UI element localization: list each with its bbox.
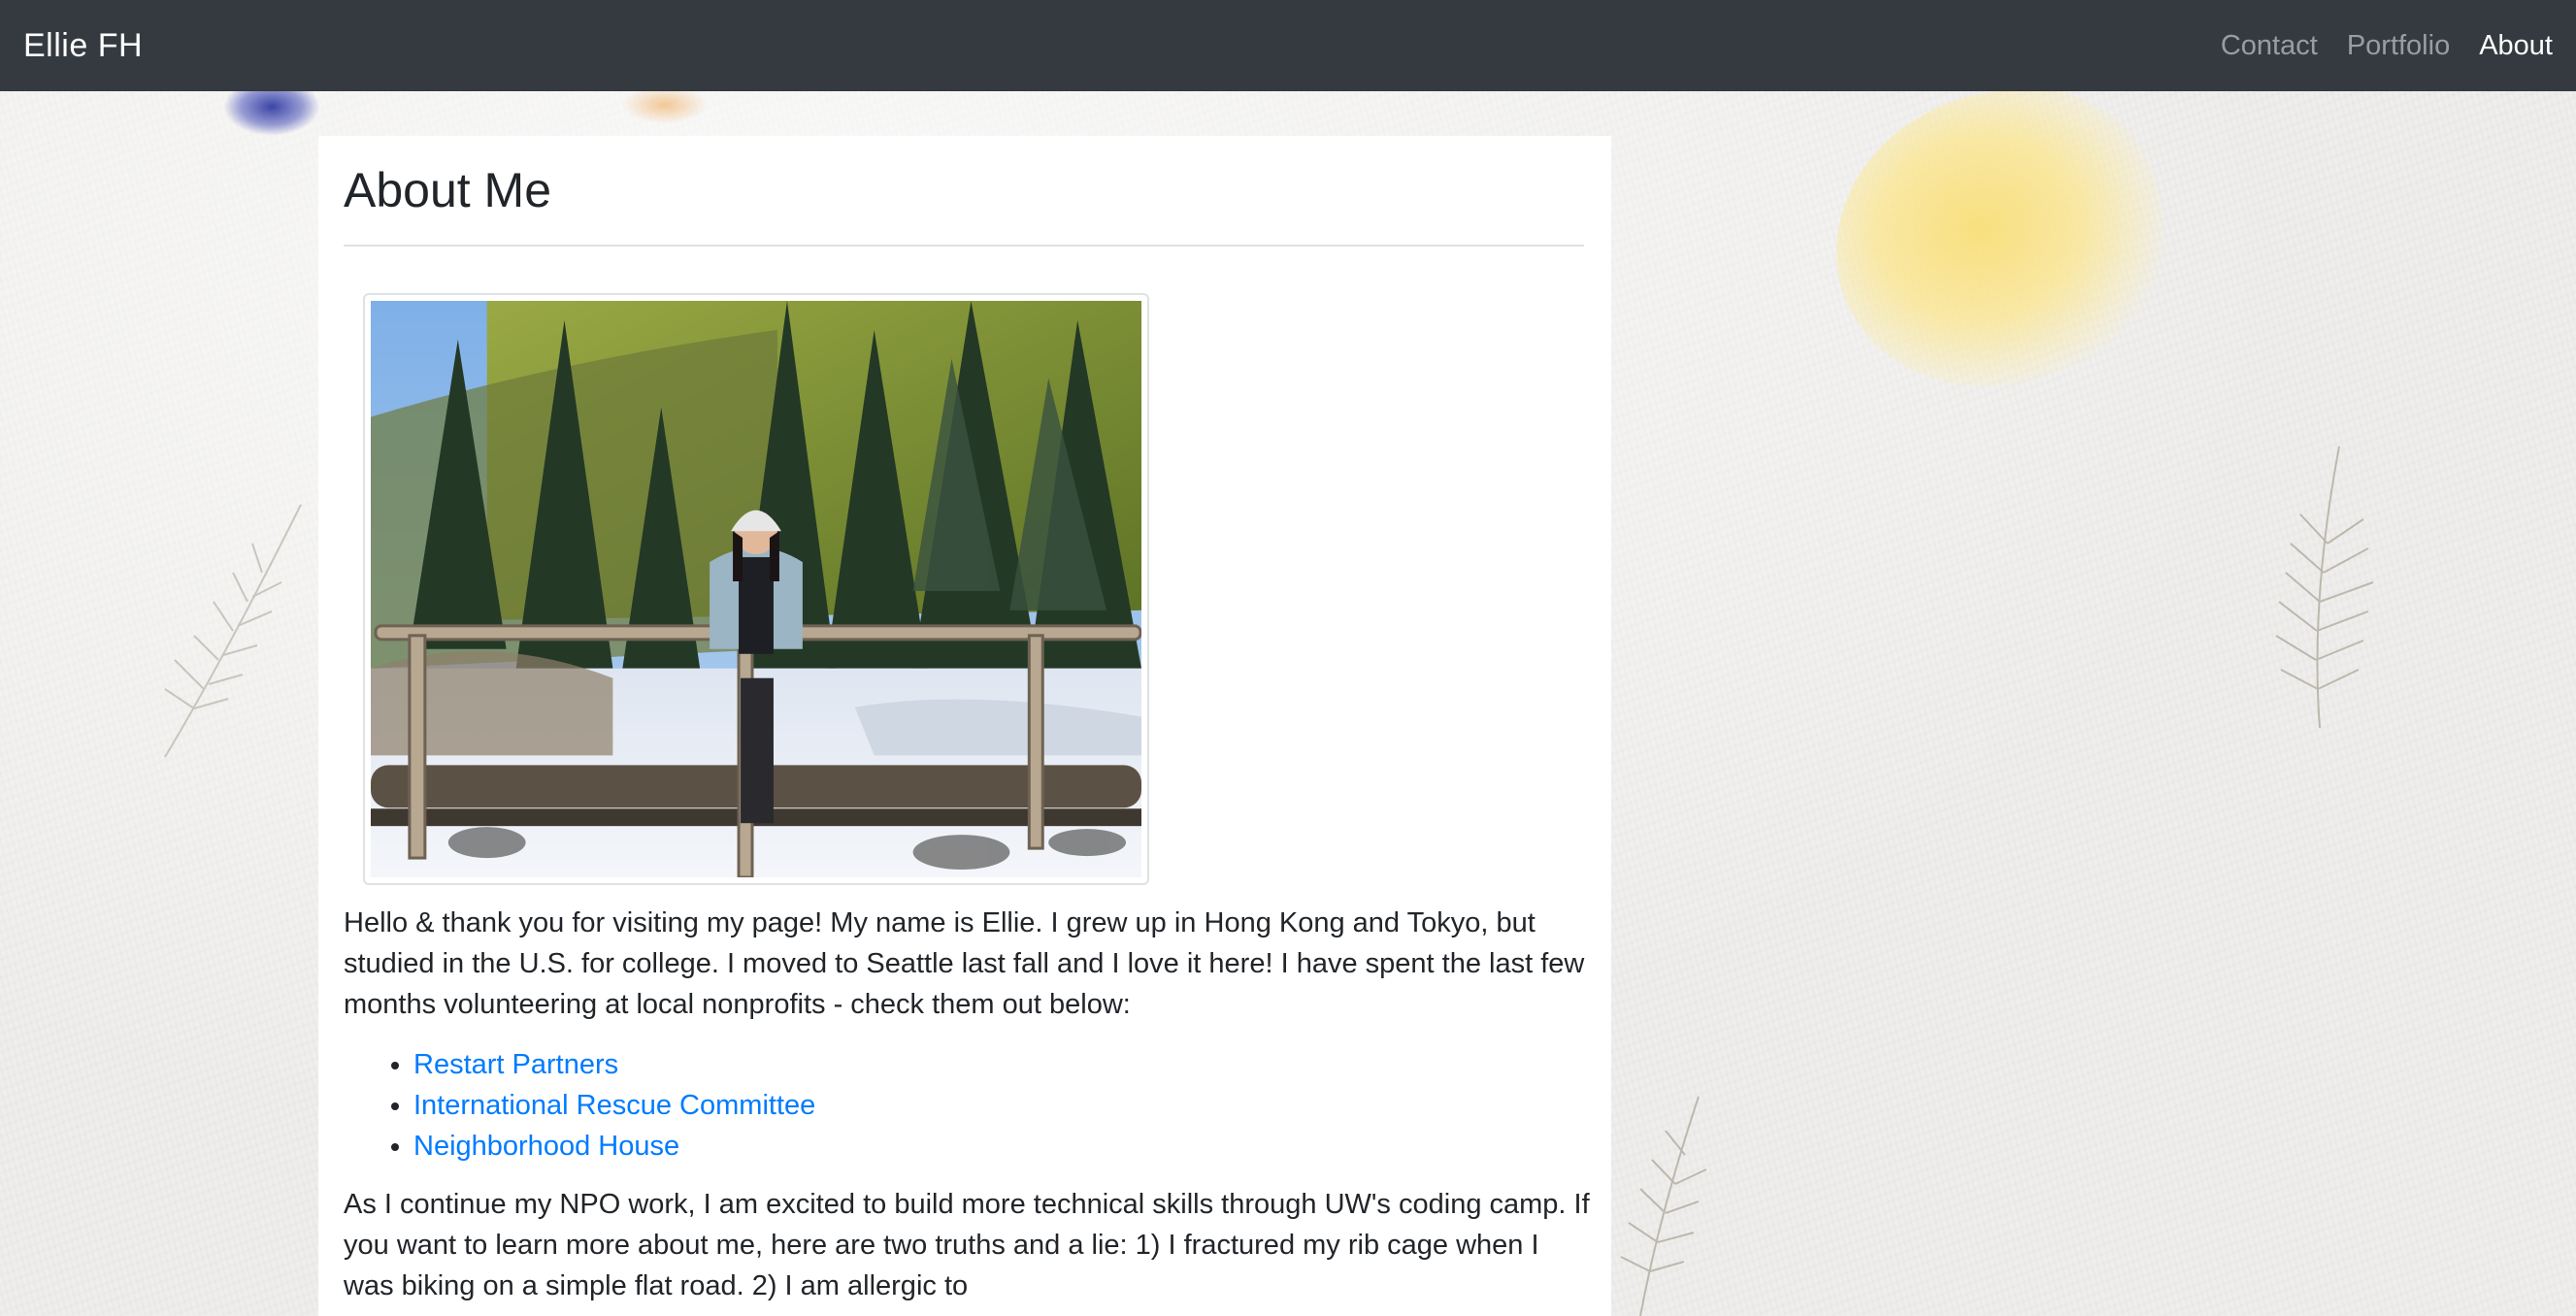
org-link-restart-partners[interactable]: Restart Partners [413,1049,618,1080]
background-orange-petal [621,85,709,124]
background-fern-left [164,504,302,758]
page-title: About Me [344,161,1584,247]
nav-link-portfolio[interactable]: Portfolio [2347,30,2450,62]
list-item: Neighborhood House [413,1126,1584,1167]
organization-list: Restart Partners International Rescue Co… [413,1044,1584,1167]
profile-photo [371,301,1141,877]
background-yellow-flower [1807,61,2192,416]
org-link-neighborhood-house[interactable]: Neighborhood House [413,1131,679,1162]
nav-link-about[interactable]: About [2479,30,2553,62]
background-fern-right [2275,445,2374,729]
closing-paragraph: As I continue my NPO work, I am excited … [344,1189,1590,1301]
nav-links: Contact Portfolio About [2221,30,2553,62]
nav-link-contact[interactable]: Contact [2221,30,2318,62]
brand-logo-link[interactable]: Ellie FH [23,27,143,65]
list-item: International Rescue Committee [413,1085,1584,1126]
intro-paragraph: Hello & thank you for visiting my page! … [344,907,1585,1020]
about-card: About Me Hello & thank you for visiting … [318,136,1611,1316]
org-link-international-rescue-committee[interactable]: International Rescue Committee [413,1090,815,1121]
list-item: Restart Partners [413,1044,1584,1085]
top-navbar: Ellie FH Contact Portfolio About [0,0,2576,91]
profile-photo-frame [363,293,1149,885]
background-fern-bottom [1620,1096,1707,1316]
